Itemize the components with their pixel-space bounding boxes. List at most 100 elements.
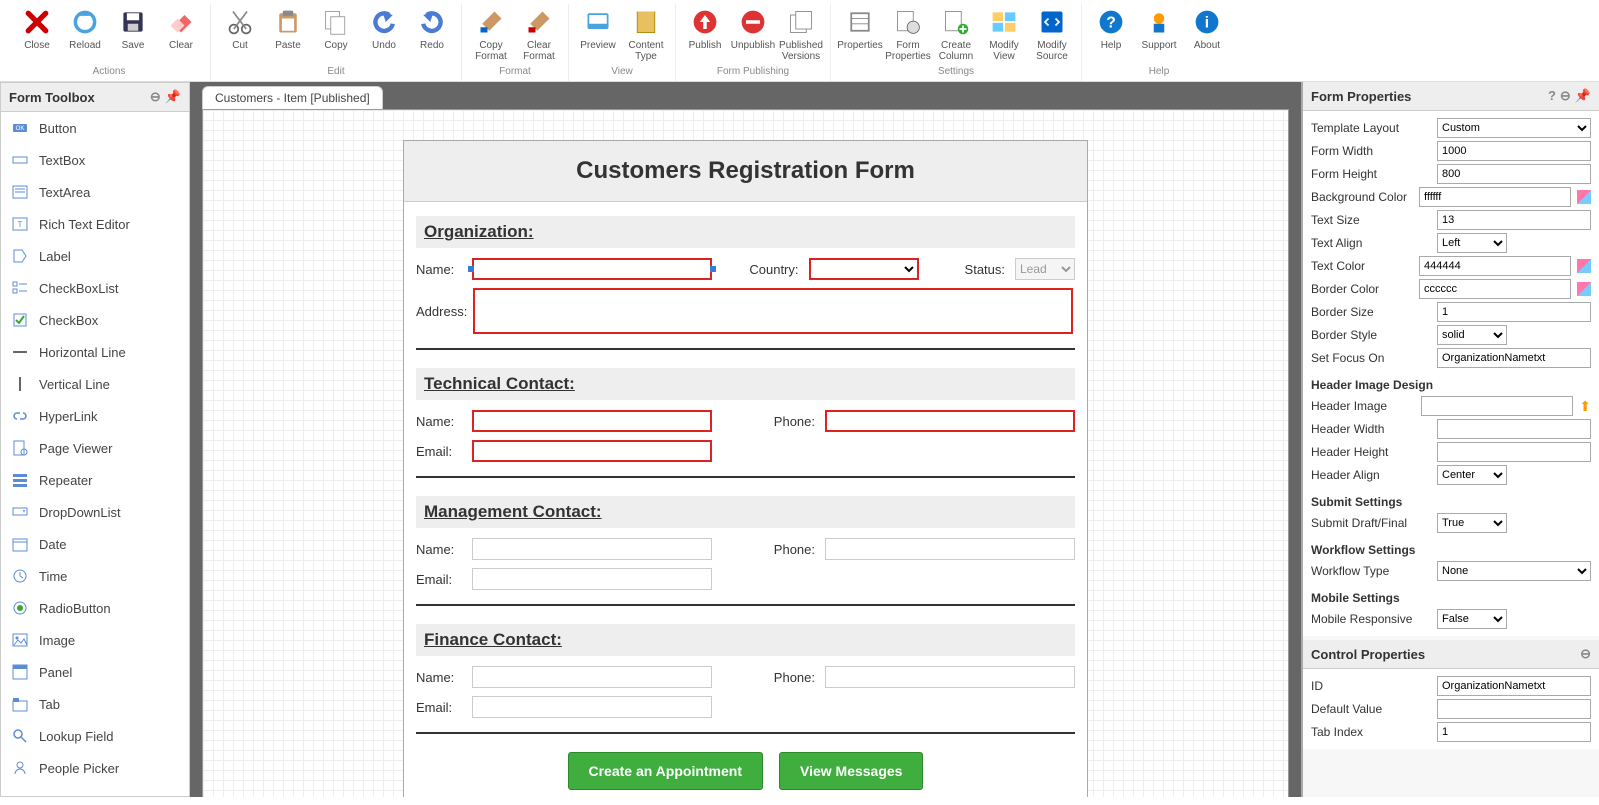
prop-input[interactable]: Custom — [1437, 118, 1591, 138]
form-row: Name:Phone: — [416, 666, 1075, 688]
unpublish-button[interactable]: Unpublish — [730, 4, 776, 64]
clear-button[interactable]: Clear — [158, 4, 204, 64]
form-properties-button[interactable]: Form Properties — [885, 4, 931, 64]
toolbox-people-picker[interactable]: People Picker — [1, 752, 189, 784]
modify-view-button[interactable]: Modify View — [981, 4, 1027, 64]
prop-input[interactable] — [1421, 396, 1573, 416]
help-icon[interactable]: ? — [1548, 88, 1556, 104]
form-text[interactable] — [825, 538, 1075, 560]
save-button[interactable]: Save — [110, 4, 156, 64]
copy-format-button[interactable]: Copy Format — [468, 4, 514, 64]
button-row: Create an Appointment View Messages — [416, 752, 1075, 790]
toolbox-time[interactable]: Time — [1, 560, 189, 592]
prop-input[interactable] — [1437, 419, 1591, 439]
close-button[interactable]: Close — [14, 4, 60, 64]
reload-button[interactable]: Reload — [62, 4, 108, 64]
form-text[interactable] — [472, 568, 712, 590]
prop-input[interactable] — [1437, 348, 1591, 368]
form-select[interactable]: Lead — [1015, 258, 1075, 280]
form-text[interactable] — [825, 666, 1075, 688]
prop-input[interactable] — [1437, 141, 1591, 161]
form-text[interactable] — [825, 410, 1075, 432]
toolbox-textarea[interactable]: TextArea — [1, 176, 189, 208]
form-text[interactable] — [472, 696, 712, 718]
document-tab[interactable]: Customers - Item [Published] — [202, 86, 383, 109]
about-button[interactable]: iAbout — [1184, 4, 1230, 64]
toolbox-button[interactable]: OKButton — [1, 112, 189, 144]
clear-format-button[interactable]: Clear Format — [516, 4, 562, 64]
form-text[interactable] — [472, 440, 712, 462]
toolbox-lookup-field[interactable]: Lookup Field — [1, 720, 189, 752]
prop-input[interactable]: False — [1437, 609, 1507, 629]
cb-icon — [11, 311, 29, 329]
toolbox-radiobutton[interactable]: RadioButton — [1, 592, 189, 624]
create-column-button[interactable]: Create Column — [933, 4, 979, 64]
toolbox-repeater[interactable]: Repeater — [1, 464, 189, 496]
prop-input[interactable]: Center — [1437, 465, 1507, 485]
toolbox-vertical-line[interactable]: Vertical Line — [1, 368, 189, 400]
form-text[interactable] — [472, 538, 712, 560]
toolbox-horizontal-line[interactable]: Horizontal Line — [1, 336, 189, 368]
toolbox-dropdownlist[interactable]: DropDownList — [1, 496, 189, 528]
form-text[interactable] — [472, 410, 712, 432]
form-text[interactable] — [472, 258, 712, 280]
properties-button[interactable]: Properties — [837, 4, 883, 64]
toolbar-label: Copy Format — [470, 40, 512, 62]
prop-input[interactable]: None — [1437, 561, 1591, 581]
toolbox-label[interactable]: Label — [1, 240, 189, 272]
support-button[interactable]: Support — [1136, 4, 1182, 64]
undo-button[interactable]: Undo — [361, 4, 407, 64]
toolbox-date[interactable]: Date — [1, 528, 189, 560]
modify-source-button[interactable]: Modify Source — [1029, 4, 1075, 64]
help-button[interactable]: ?Help — [1088, 4, 1134, 64]
copy-button[interactable]: Copy — [313, 4, 359, 64]
view-messages-button[interactable]: View Messages — [779, 752, 923, 790]
prop-input[interactable]: True — [1437, 513, 1507, 533]
toolbox-rich-text-editor[interactable]: TRich Text Editor — [1, 208, 189, 240]
upload-icon[interactable]: ⬆ — [1579, 398, 1591, 415]
collapse-icon[interactable]: ⊖ — [1560, 88, 1571, 104]
toolbox-tab[interactable]: Tab — [1, 688, 189, 720]
preview-button[interactable]: Preview — [575, 4, 621, 64]
publish-icon — [689, 6, 721, 38]
cut-button[interactable]: Cut — [217, 4, 263, 64]
eraser-icon[interactable] — [1577, 282, 1591, 296]
form-textarea[interactable] — [473, 288, 1073, 334]
publish-button[interactable]: Publish — [682, 4, 728, 64]
form-select[interactable] — [809, 258, 919, 280]
toolbox-textbox[interactable]: TextBox — [1, 144, 189, 176]
toolbox-checkboxlist[interactable]: CheckBoxList — [1, 272, 189, 304]
pin-icon[interactable]: 📌 — [165, 89, 181, 105]
prop-input[interactable] — [1419, 256, 1571, 276]
prop-input[interactable]: solid — [1437, 325, 1507, 345]
toolbox-checkbox[interactable]: CheckBox — [1, 304, 189, 336]
toolbox-page-viewer[interactable]: Page Viewer — [1, 432, 189, 464]
toolbox-image[interactable]: Image — [1, 624, 189, 656]
canvas-grid[interactable]: Customers Registration Form Organization… — [202, 109, 1289, 797]
form-text[interactable] — [472, 666, 712, 688]
create-an-appointment-button[interactable]: Create an Appointment — [568, 752, 764, 790]
toolbox-panel[interactable]: Panel — [1, 656, 189, 688]
prop-input[interactable] — [1437, 210, 1591, 230]
prop-input[interactable] — [1419, 279, 1571, 299]
paste-button[interactable]: Paste — [265, 4, 311, 64]
prop-input[interactable] — [1419, 187, 1571, 207]
content-type-button[interactable]: Content Type — [623, 4, 669, 64]
prop-input[interactable] — [1437, 722, 1591, 742]
eraser-icon[interactable] — [1577, 259, 1591, 273]
redo-button[interactable]: Redo — [409, 4, 455, 64]
toolbox-hyperlink[interactable]: HyperLink — [1, 400, 189, 432]
prop-input[interactable] — [1437, 442, 1591, 462]
collapse-icon[interactable]: ⊖ — [150, 89, 161, 105]
prop-input[interactable] — [1437, 699, 1591, 719]
eraser-icon[interactable] — [1577, 190, 1591, 204]
form-row: Name:Country:Status:Lead — [416, 258, 1075, 280]
prop-input[interactable] — [1437, 676, 1591, 696]
radio-icon — [11, 599, 29, 617]
prop-input[interactable] — [1437, 302, 1591, 322]
published-versions-button[interactable]: Published Versions — [778, 4, 824, 64]
prop-input[interactable] — [1437, 164, 1591, 184]
pin-icon[interactable]: 📌 — [1575, 88, 1591, 104]
prop-input[interactable]: Left — [1437, 233, 1507, 253]
collapse-icon[interactable]: ⊖ — [1580, 646, 1591, 662]
